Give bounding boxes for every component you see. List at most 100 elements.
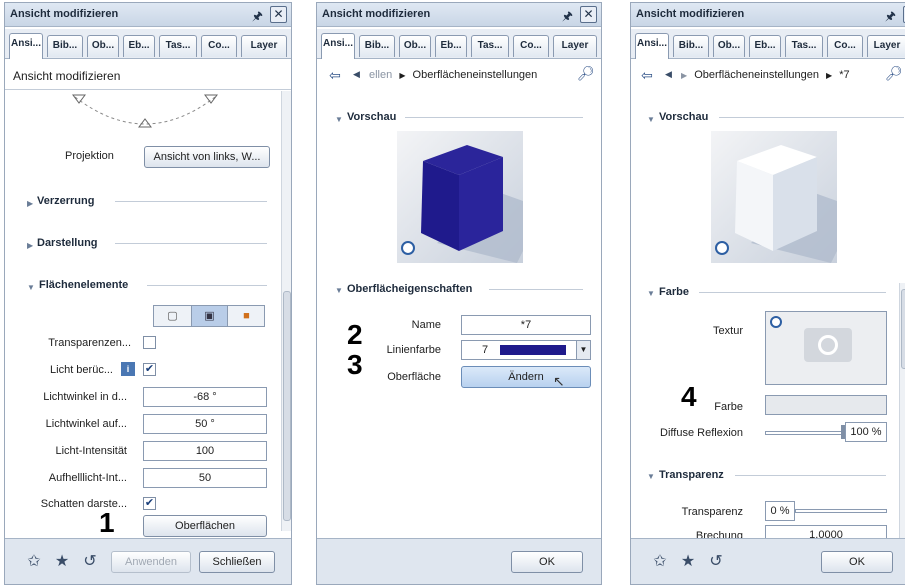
favorites-open-icon[interactable]: ✩ bbox=[649, 551, 671, 573]
tab-view[interactable]: Ansi... bbox=[635, 33, 669, 59]
material-icon[interactable] bbox=[401, 241, 415, 255]
camera-icon bbox=[804, 328, 852, 362]
tab-tasks[interactable]: Tas... bbox=[471, 35, 509, 57]
tab-tasks[interactable]: Tas... bbox=[159, 35, 197, 57]
title-bar: Ansicht modifizieren 🖈 ✕ bbox=[631, 3, 905, 27]
tab-layer[interactable]: Layer bbox=[553, 35, 597, 57]
tab-layers[interactable]: Eb... bbox=[123, 35, 155, 57]
collapse-icon[interactable]: ▼ bbox=[647, 289, 655, 298]
section-distortion[interactable]: Verzerrung bbox=[37, 195, 94, 207]
breadcrumb-item[interactable]: *7 bbox=[839, 69, 849, 81]
favorites-save-icon[interactable]: ★ bbox=[51, 551, 73, 573]
window-title: Ansicht modifizieren bbox=[10, 8, 119, 20]
tab-library[interactable]: Bib... bbox=[47, 35, 83, 57]
light-checkbox[interactable]: ✔ bbox=[143, 363, 156, 376]
collapse-icon[interactable]: ▼ bbox=[647, 472, 655, 481]
scrollbar[interactable] bbox=[281, 91, 291, 531]
scrollbar[interactable] bbox=[899, 283, 905, 543]
diffuse-reflection-input[interactable]: 100 % bbox=[845, 422, 887, 442]
color-swatch-button[interactable] bbox=[765, 395, 887, 415]
reset-icon[interactable]: ↺ bbox=[705, 551, 727, 573]
tab-view[interactable]: Ansi... bbox=[321, 33, 355, 59]
tab-objects[interactable]: Ob... bbox=[713, 35, 745, 57]
projection-select[interactable]: Ansicht von links, W... bbox=[144, 146, 270, 168]
favorites-save-icon[interactable]: ★ bbox=[677, 551, 699, 573]
history-icon[interactable]: ◀ bbox=[665, 69, 672, 80]
tab-connect[interactable]: Co... bbox=[201, 35, 237, 57]
apply-button[interactable]: Anwenden bbox=[111, 551, 191, 573]
texture-picker-icon[interactable] bbox=[770, 316, 782, 328]
transparency-input[interactable]: 0 % bbox=[765, 501, 795, 521]
history-icon[interactable]: ◀ bbox=[353, 69, 360, 80]
section-color[interactable]: Farbe bbox=[659, 286, 689, 298]
tab-tasks[interactable]: Tas... bbox=[785, 35, 823, 57]
light-intensity-input[interactable]: 100 bbox=[143, 441, 267, 461]
name-input[interactable]: *7 bbox=[461, 315, 591, 335]
pin-icon[interactable]: 🖈 bbox=[562, 7, 573, 28]
tab-bar: Ansi... Bib... Ob... Eb... Tas... Co... … bbox=[631, 29, 905, 59]
breadcrumb-item[interactable]: Oberflächeneinstellungen bbox=[694, 69, 819, 81]
section-preview[interactable]: Vorschau bbox=[347, 111, 396, 123]
breadcrumb-item[interactable]: ellen bbox=[369, 69, 392, 81]
tab-layers[interactable]: Eb... bbox=[435, 35, 467, 57]
close-dialog-button[interactable]: Schließen bbox=[199, 551, 275, 573]
tab-view[interactable]: Ansi... bbox=[9, 33, 43, 59]
transparency-checkbox[interactable] bbox=[143, 336, 156, 349]
favorites-open-icon[interactable]: ✩ bbox=[23, 551, 45, 573]
transparency-label: Transparenzen... bbox=[48, 337, 131, 349]
surfaces-button[interactable]: Oberflächen bbox=[143, 515, 267, 537]
section-transparency[interactable]: Transparenz bbox=[659, 469, 724, 481]
collapse-icon[interactable]: ▼ bbox=[27, 283, 35, 292]
collapse-icon[interactable]: ▼ bbox=[335, 286, 343, 295]
transparency-slider-track[interactable] bbox=[795, 509, 887, 513]
shadow-checkbox[interactable]: ✔ bbox=[143, 497, 156, 510]
tab-layer[interactable]: Layer bbox=[241, 35, 287, 57]
breadcrumb-item[interactable]: Oberflächeneinstellungen bbox=[413, 69, 538, 81]
texture-slot[interactable] bbox=[765, 311, 887, 385]
close-button[interactable]: ✕ bbox=[270, 6, 287, 23]
tab-layer[interactable]: Layer bbox=[867, 35, 905, 57]
diffuse-slider-track[interactable] bbox=[765, 431, 845, 435]
search-icon[interactable]: 🔎︎ bbox=[885, 65, 903, 82]
collapse-icon[interactable]: ▼ bbox=[335, 115, 343, 124]
tab-layers[interactable]: Eb... bbox=[749, 35, 781, 57]
tab-objects[interactable]: Ob... bbox=[399, 35, 431, 57]
tab-connect[interactable]: Co... bbox=[513, 35, 549, 57]
back-arrow-icon[interactable]: ⇦ bbox=[641, 67, 653, 84]
section-preview[interactable]: Vorschau bbox=[659, 111, 708, 123]
back-arrow-icon[interactable]: ⇦ bbox=[329, 67, 341, 84]
scroll-thumb[interactable] bbox=[901, 289, 905, 369]
fill-light-intensity-input[interactable]: 50 bbox=[143, 468, 267, 488]
wireframe-cube-icon[interactable]: ▢ bbox=[154, 306, 191, 326]
light-angle-horizontal-input[interactable]: -68 ° bbox=[143, 387, 267, 407]
dropdown-arrow-icon[interactable]: ▼ bbox=[576, 341, 590, 359]
expand-icon[interactable]: ▶ bbox=[27, 199, 33, 208]
collapse-icon[interactable]: ▼ bbox=[647, 115, 655, 124]
texture-label: Textur bbox=[713, 325, 743, 337]
hidden-cube-icon[interactable]: ▣ bbox=[191, 306, 228, 326]
reset-icon[interactable]: ↺ bbox=[79, 551, 101, 573]
section-surface-properties[interactable]: Oberflächeigenschaften bbox=[347, 283, 472, 295]
change-surface-button[interactable]: Ändern bbox=[461, 366, 591, 388]
tab-library[interactable]: Bib... bbox=[359, 35, 395, 57]
scroll-thumb[interactable] bbox=[283, 291, 291, 521]
pin-icon[interactable]: 🖈 bbox=[252, 7, 263, 28]
ok-button[interactable]: OK bbox=[821, 551, 893, 573]
section-display[interactable]: Darstellung bbox=[37, 237, 98, 249]
section-surface-elements[interactable]: Flächenelemente bbox=[39, 279, 128, 291]
pin-icon[interactable]: 🖈 bbox=[885, 7, 896, 28]
line-color-swatch bbox=[500, 345, 566, 355]
search-icon[interactable]: 🔎︎ bbox=[577, 65, 595, 82]
tab-connect[interactable]: Co... bbox=[827, 35, 863, 57]
step-number: 3 bbox=[347, 349, 363, 380]
info-icon[interactable]: i bbox=[121, 362, 135, 376]
light-angle-vertical-input[interactable]: 50 ° bbox=[143, 414, 267, 434]
close-button[interactable]: ✕ bbox=[580, 6, 597, 23]
tab-library[interactable]: Bib... bbox=[673, 35, 709, 57]
ok-button[interactable]: OK bbox=[511, 551, 583, 573]
line-color-select[interactable]: 7 ▼ bbox=[461, 340, 591, 360]
expand-icon[interactable]: ▶ bbox=[27, 241, 33, 250]
material-icon[interactable] bbox=[715, 241, 729, 255]
tab-objects[interactable]: Ob... bbox=[87, 35, 119, 57]
shaded-cube-icon[interactable]: ■ bbox=[228, 306, 265, 326]
